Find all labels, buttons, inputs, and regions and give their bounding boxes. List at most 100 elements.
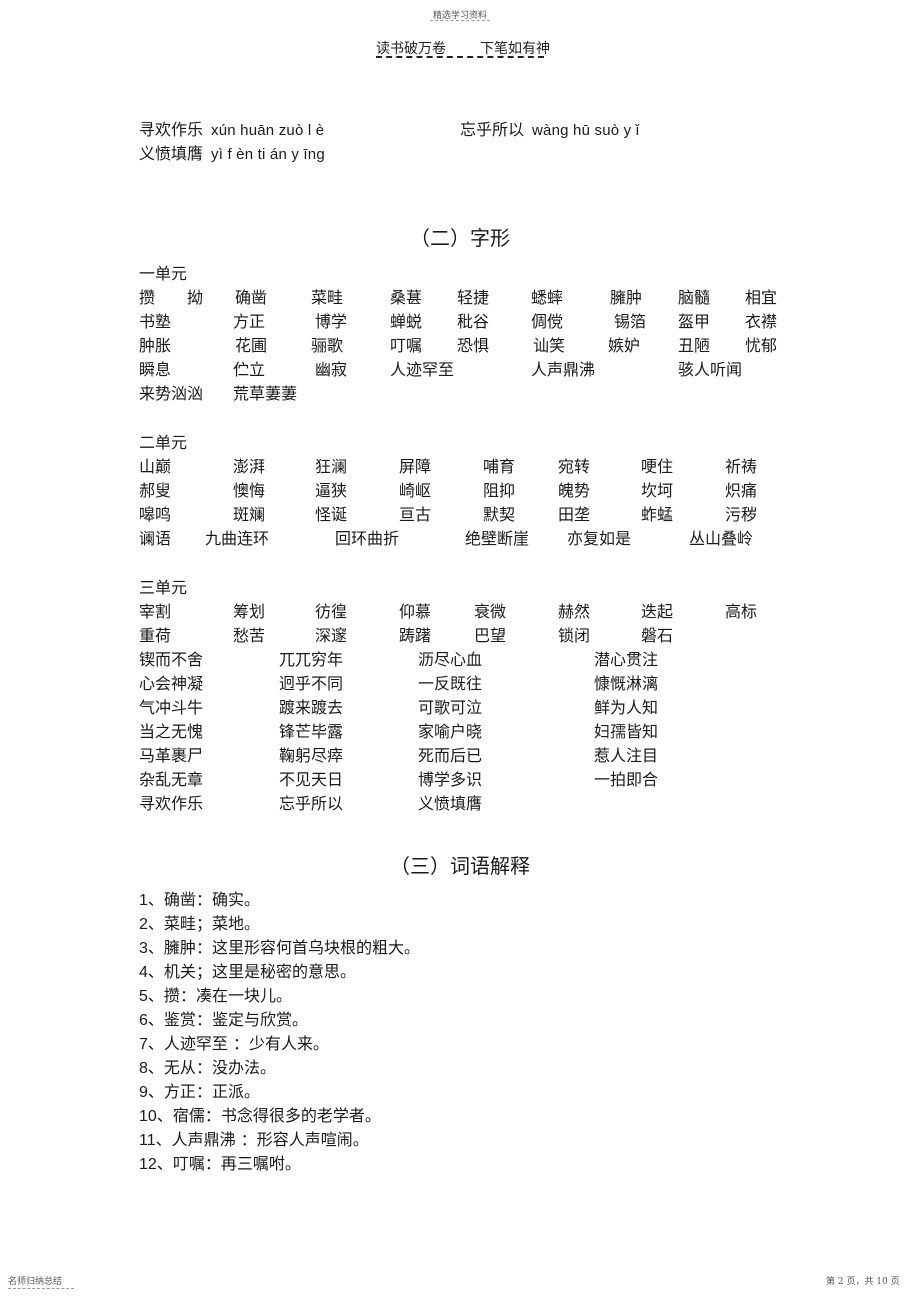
vocab-word: 骇人听闻 bbox=[678, 360, 743, 379]
vocab-word: 怪诞 bbox=[315, 505, 348, 524]
list-separator: 、 bbox=[147, 1082, 164, 1101]
idiom-word: 气冲斗牛 bbox=[139, 698, 204, 717]
vocab-word: 嫉妒 bbox=[608, 336, 641, 355]
definition-item: 12、叮嘱：再三嘱咐。 bbox=[139, 1150, 301, 1174]
definition-number: 8 bbox=[139, 1060, 148, 1077]
list-separator: 、 bbox=[147, 914, 164, 933]
definition-number: 3 bbox=[139, 940, 148, 957]
vocab-word: 筹划 bbox=[233, 602, 266, 621]
definition-colon: ： bbox=[195, 1010, 212, 1029]
definition-number: 11 bbox=[139, 1132, 156, 1149]
idiom-word: 马革裹尸 bbox=[139, 746, 204, 765]
definition-term: 宿儒 bbox=[172, 1106, 205, 1125]
vocab-word: 拗 bbox=[187, 288, 204, 307]
list-separator: 、 bbox=[147, 1010, 164, 1029]
idiom-word: 鲜为人知 bbox=[594, 698, 659, 717]
list-separator: 、 bbox=[147, 1034, 164, 1053]
idiom-word: 妇孺皆知 bbox=[594, 722, 659, 741]
list-separator: 、 bbox=[156, 1154, 173, 1173]
vocab-word: 菜畦 bbox=[311, 288, 344, 307]
definition-meaning: 这里是秘密的意思。 bbox=[211, 962, 356, 981]
vocab-word: 骊歌 bbox=[311, 336, 344, 355]
header-divider bbox=[430, 20, 490, 21]
list-separator: 、 bbox=[155, 1130, 172, 1149]
definition-number: 1 bbox=[139, 892, 148, 909]
definition-meaning: 书念得很多的老学者。 bbox=[220, 1106, 381, 1125]
vocab-word: 炽痛 bbox=[725, 481, 758, 500]
idiom-word: 慷慨淋漓 bbox=[594, 674, 659, 693]
vocab-word: 丛山叠岭 bbox=[689, 529, 754, 548]
pinyin-text: yì f èn ti án y īng bbox=[211, 146, 325, 163]
vocab-word: 阻抑 bbox=[483, 481, 516, 500]
vocab-word: 亘古 bbox=[399, 505, 432, 524]
motto-right: 下笔如有神 bbox=[480, 41, 550, 57]
vocab-word: 衰微 bbox=[474, 602, 507, 621]
header-motto: 读书破万卷 下笔如有神 bbox=[376, 38, 550, 58]
list-separator: 、 bbox=[147, 986, 164, 1005]
vocab-word: 澎湃 bbox=[233, 457, 266, 476]
list-separator: 、 bbox=[147, 938, 164, 957]
vocab-word: 绝壁断崖 bbox=[465, 529, 530, 548]
vocab-word: 来势汹汹 bbox=[139, 384, 204, 403]
list-separator: 、 bbox=[147, 890, 164, 909]
definition-item: 3、臃肿：这里形容何首乌块根的粗大。 bbox=[139, 934, 420, 958]
definition-term: 确凿 bbox=[163, 890, 196, 909]
definition-item: 6、鉴赏：鉴定与欣赏。 bbox=[139, 1006, 308, 1030]
idiom-word: 踱来踱去 bbox=[279, 698, 344, 717]
idiom-word: 鞠躬尽瘁 bbox=[279, 746, 344, 765]
pinyin-item: 义愤填膺 yì f èn ti án y īng bbox=[139, 140, 325, 164]
vocab-word: 讪笑 bbox=[533, 336, 566, 355]
definition-number: 9 bbox=[139, 1084, 148, 1101]
vocab-word: 污秽 bbox=[725, 505, 758, 524]
list-separator: 、 bbox=[156, 1106, 173, 1125]
pinyin-item: 寻欢作乐 xún huān zuò l è bbox=[139, 116, 324, 140]
definition-meaning: 确实。 bbox=[211, 890, 260, 909]
definition-colon: ； bbox=[195, 914, 212, 933]
list-separator: 、 bbox=[147, 962, 164, 981]
vocab-word: 瞬息 bbox=[139, 360, 172, 379]
vocab-word: 高标 bbox=[725, 602, 758, 621]
definition-colon: ： bbox=[235, 1130, 257, 1149]
idiom-word: 惹人注目 bbox=[594, 746, 659, 765]
vocab-word: 斑斓 bbox=[233, 505, 266, 524]
vocab-word: 书塾 bbox=[139, 312, 172, 331]
idiom-word: 锲而不舍 bbox=[139, 650, 204, 669]
vocab-word: 田垄 bbox=[558, 505, 591, 524]
vocab-word: 丑陋 bbox=[678, 336, 711, 355]
vocab-word: 郝叟 bbox=[139, 481, 172, 500]
definition-colon: ： bbox=[179, 986, 196, 1005]
vocab-word: 相宜 bbox=[745, 288, 778, 307]
definition-number: 6 bbox=[139, 1012, 148, 1029]
vocab-word: 人迹罕至 bbox=[390, 360, 455, 379]
vocab-word: 重荷 bbox=[139, 626, 172, 645]
idiom-word: 兀兀穷年 bbox=[279, 650, 344, 669]
vocab-word: 谰语 bbox=[139, 529, 172, 548]
definition-term: 人声鼎沸 bbox=[171, 1130, 236, 1149]
vocab-word: 盔甲 bbox=[678, 312, 711, 331]
unit-label: 二单元 bbox=[139, 433, 188, 452]
vocab-word: 锁闭 bbox=[558, 626, 591, 645]
definition-number: 5 bbox=[139, 988, 148, 1005]
vocab-word: 伫立 bbox=[233, 360, 266, 379]
idiom-word: 忘乎所以 bbox=[279, 794, 344, 813]
definition-meaning: 这里形容何首乌块根的粗大。 bbox=[211, 938, 420, 957]
definition-term: 无从 bbox=[163, 1058, 196, 1077]
vocab-word: 狂澜 bbox=[315, 457, 348, 476]
definition-item: 9、方正：正派。 bbox=[139, 1078, 260, 1102]
definition-term: 鉴赏 bbox=[163, 1010, 196, 1029]
vocab-word: 宰割 bbox=[139, 602, 172, 621]
definition-meaning: 少有人来。 bbox=[249, 1034, 330, 1053]
definition-item: 11、人声鼎沸 ：形容人声喧闹。 bbox=[139, 1126, 369, 1150]
definition-item: 8、无从：没办法。 bbox=[139, 1054, 276, 1078]
unit-label: 三单元 bbox=[139, 578, 188, 597]
vocab-word: 蟋蟀 bbox=[531, 288, 564, 307]
vocab-word: 魄势 bbox=[558, 481, 591, 500]
idiom-word: 锋芒毕露 bbox=[279, 722, 344, 741]
idiom-word: 可歌可泣 bbox=[418, 698, 483, 717]
definition-meaning: 再三嘱咐。 bbox=[220, 1154, 301, 1173]
vocab-word: 哽住 bbox=[641, 457, 674, 476]
vocab-word: 叮嘱 bbox=[390, 336, 423, 355]
vocab-word: 桑葚 bbox=[390, 288, 423, 307]
definition-number: 4 bbox=[139, 964, 148, 981]
idiom-word: 迥乎不同 bbox=[279, 674, 344, 693]
